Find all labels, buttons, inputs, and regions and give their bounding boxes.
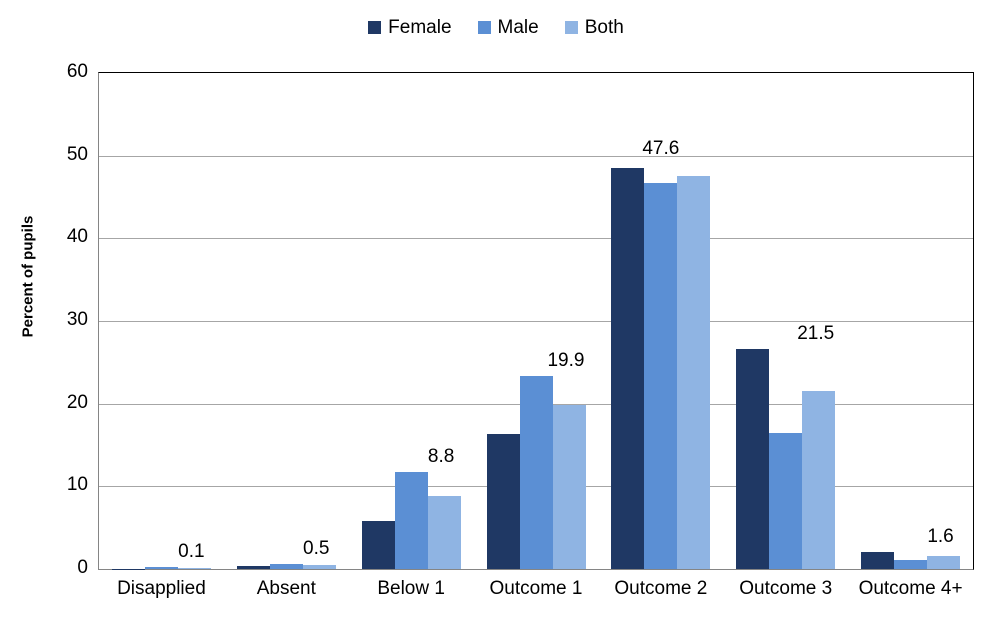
- data-label: 8.8: [427, 446, 455, 468]
- bar-chart: Female Male Both Percent of pupils 0 10 20…: [0, 0, 992, 620]
- bar-male[interactable]: [519, 376, 553, 569]
- bar-group: 0.5: [224, 73, 349, 569]
- bar-group: 47.6: [598, 73, 723, 569]
- y-axis-tick-label: 20: [66, 391, 88, 413]
- bar-male[interactable]: [894, 559, 928, 569]
- bar-group: 19.9: [474, 73, 599, 569]
- bar-female[interactable]: [486, 434, 520, 569]
- y-axis-tick-label: 30: [66, 309, 88, 330]
- bar-male[interactable]: [144, 567, 178, 569]
- bar-group: 8.8: [349, 73, 474, 569]
- bar-group: 0.1: [99, 73, 224, 569]
- legend-item-male[interactable]: Male: [477, 17, 539, 38]
- y-axis-tick-label: 10: [66, 474, 88, 496]
- bar-female[interactable]: [236, 565, 270, 569]
- data-label: 0.5: [303, 538, 330, 560]
- legend-swatch-male: [477, 21, 491, 34]
- legend-label-male: Male: [497, 17, 539, 38]
- data-label: 0.1: [178, 541, 205, 563]
- x-axis-tick-label: Outcome 2: [614, 578, 708, 599]
- y-axis-tick-label: 0: [77, 557, 88, 578]
- legend-swatch-female: [368, 21, 382, 34]
- y-axis-tick-labels: 0 10 20 30 40 50 60: [0, 61, 88, 578]
- x-axis-tick-label: Outcome 4+: [858, 578, 963, 599]
- x-axis-tick-label: Outcome 3: [739, 578, 833, 599]
- bar-male[interactable]: [394, 472, 428, 569]
- bar-both[interactable]: [427, 496, 461, 569]
- bar-female[interactable]: [611, 168, 645, 569]
- legend-swatch-both: [564, 21, 578, 34]
- bar-female[interactable]: [861, 551, 895, 569]
- legend-item-female[interactable]: Female: [368, 17, 452, 38]
- bar-male[interactable]: [269, 564, 303, 569]
- bar-male[interactable]: [644, 182, 678, 569]
- bar-male[interactable]: [769, 432, 803, 569]
- legend-label-female: Female: [388, 17, 452, 38]
- data-label: 47.6: [642, 138, 680, 160]
- chart-legend: Female Male Both: [0, 18, 992, 37]
- y-axis-tick-label: 40: [66, 226, 88, 248]
- bar-both[interactable]: [802, 391, 836, 569]
- bar-both[interactable]: [677, 175, 711, 569]
- y-axis-tick-label: 50: [66, 143, 88, 165]
- x-axis-tick-label: Disapplied: [117, 578, 206, 599]
- bar-groups: 0.1 0.5 8.8 19.9 47.6 21.5 1.6: [99, 73, 973, 569]
- data-label: 19.9: [547, 350, 585, 372]
- bar-female[interactable]: [361, 521, 395, 569]
- data-label: 1.6: [927, 525, 954, 547]
- legend-item-both[interactable]: Both: [564, 17, 624, 38]
- bar-both[interactable]: [927, 555, 961, 569]
- bar-female[interactable]: [736, 349, 770, 569]
- x-axis-tick-label: Outcome 1: [489, 578, 583, 599]
- bar-both[interactable]: [302, 564, 336, 569]
- data-label: 21.5: [797, 323, 835, 345]
- bar-both[interactable]: [177, 568, 211, 569]
- x-axis-tick-label: Below 1: [377, 578, 445, 599]
- x-axis-tick-label: Absent: [256, 578, 316, 599]
- bar-group: 21.5: [723, 73, 848, 569]
- legend-label-both: Both: [584, 17, 624, 38]
- x-axis-tick-labels: Disapplied Absent Below 1 Outcome 1 Outcome …: [99, 578, 973, 600]
- bar-group: 1.6: [848, 73, 973, 569]
- y-axis-tick-label: 60: [66, 61, 88, 82]
- bar-both[interactable]: [552, 404, 586, 569]
